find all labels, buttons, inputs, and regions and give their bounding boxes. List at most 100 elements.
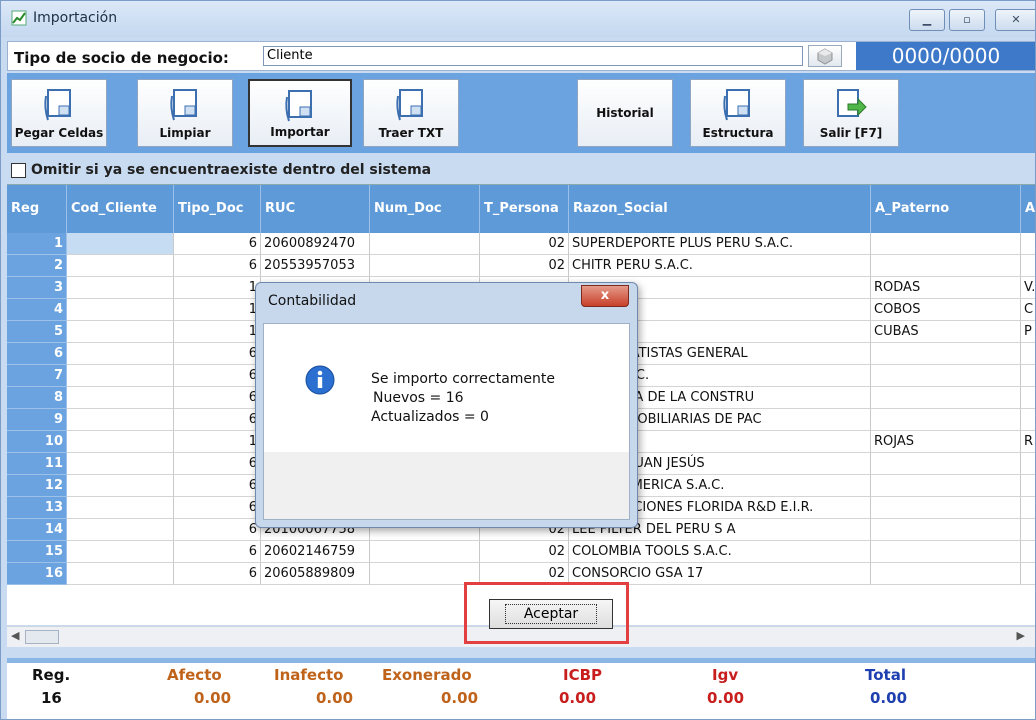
lookup-button[interactable] xyxy=(808,45,842,67)
cell-reg[interactable]: 13 xyxy=(7,497,67,519)
cell-ruc[interactable]: 20605889809 xyxy=(261,563,370,585)
close-icon[interactable]: ✕ xyxy=(995,9,1035,31)
cell-reg[interactable]: 11 xyxy=(7,453,67,475)
cell-a-paterno[interactable] xyxy=(871,255,1021,277)
cell-cod-cliente[interactable] xyxy=(67,519,174,541)
scroll-left-icon[interactable]: ◀ xyxy=(11,629,19,642)
col-razon-social[interactable]: Razon_Social xyxy=(569,185,871,233)
minimize-icon[interactable]: ▁ xyxy=(909,9,945,31)
cell-reg[interactable]: 2 xyxy=(7,255,67,277)
col-ruc[interactable]: RUC xyxy=(261,185,370,233)
cell-reg[interactable]: 9 xyxy=(7,409,67,431)
cell-a[interactable] xyxy=(1021,563,1035,585)
cell-a[interactable] xyxy=(1021,519,1035,541)
traer-txt-button[interactable]: Traer TXT xyxy=(363,79,459,147)
cell-a-paterno[interactable] xyxy=(871,409,1021,431)
cell-a[interactable] xyxy=(1021,541,1035,563)
cell-t-persona[interactable]: 02 xyxy=(480,541,569,563)
cell-tipo-doc[interactable]: 1 xyxy=(174,299,261,321)
cell-a-paterno[interactable]: CUBAS xyxy=(871,321,1021,343)
cell-tipo-doc[interactable]: 6 xyxy=(174,343,261,365)
cell-cod-cliente[interactable] xyxy=(67,497,174,519)
cell-a-paterno[interactable] xyxy=(871,541,1021,563)
cell-reg[interactable]: 7 xyxy=(7,365,67,387)
cell-ruc[interactable]: 20553957053 xyxy=(261,255,370,277)
cell-reg[interactable]: 1 xyxy=(7,233,67,255)
cell-razon-social[interactable]: SUPERDEPORTE PLUS PERU S.A.C. xyxy=(569,233,871,255)
cell-reg[interactable]: 12 xyxy=(7,475,67,497)
cell-num-doc[interactable] xyxy=(370,233,480,255)
cell-a[interactable] xyxy=(1021,409,1035,431)
cell-cod-cliente[interactable] xyxy=(67,233,174,255)
cell-tipo-doc[interactable]: 6 xyxy=(174,387,261,409)
cell-a[interactable] xyxy=(1021,255,1035,277)
estructura-button[interactable]: Estructura xyxy=(690,79,786,147)
cell-tipo-doc[interactable]: 1 xyxy=(174,277,261,299)
cell-a[interactable]: P xyxy=(1021,321,1035,343)
cell-t-persona[interactable]: 02 xyxy=(480,233,569,255)
cell-tipo-doc[interactable]: 6 xyxy=(174,409,261,431)
col-num-doc[interactable]: Num_Doc xyxy=(370,185,480,233)
cell-a-paterno[interactable]: ROJAS xyxy=(871,431,1021,453)
cell-a[interactable] xyxy=(1021,497,1035,519)
cell-cod-cliente[interactable] xyxy=(67,431,174,453)
cell-tipo-doc[interactable]: 6 xyxy=(174,475,261,497)
cell-a[interactable] xyxy=(1021,233,1035,255)
cell-tipo-doc[interactable]: 6 xyxy=(174,519,261,541)
cell-tipo-doc[interactable]: 6 xyxy=(174,233,261,255)
cell-reg[interactable]: 4 xyxy=(7,299,67,321)
cell-tipo-doc[interactable]: 6 xyxy=(174,497,261,519)
cell-a-paterno[interactable] xyxy=(871,475,1021,497)
cell-ruc[interactable]: 20600892470 xyxy=(261,233,370,255)
cell-cod-cliente[interactable] xyxy=(67,541,174,563)
scroll-thumb[interactable] xyxy=(25,630,59,644)
cell-razon-social[interactable]: COLOMBIA TOOLS S.A.C. xyxy=(569,541,871,563)
cell-tipo-doc[interactable]: 6 xyxy=(174,541,261,563)
maximize-icon[interactable]: ▫ xyxy=(949,9,985,31)
cell-cod-cliente[interactable] xyxy=(67,321,174,343)
cell-cod-cliente[interactable] xyxy=(67,299,174,321)
table-row[interactable]: 2 6 20553957053 02 CHITR PERU S.A.C. xyxy=(7,255,1035,277)
cell-razon-social[interactable]: CHITR PERU S.A.C. xyxy=(569,255,871,277)
cell-tipo-doc[interactable]: 6 xyxy=(174,255,261,277)
cell-a[interactable] xyxy=(1021,453,1035,475)
tipo-socio-field[interactable]: Cliente xyxy=(263,46,803,66)
cell-num-doc[interactable] xyxy=(370,255,480,277)
cell-num-doc[interactable] xyxy=(370,541,480,563)
cell-reg[interactable]: 16 xyxy=(7,563,67,585)
omit-checkbox[interactable] xyxy=(11,163,26,178)
cell-tipo-doc[interactable]: 6 xyxy=(174,365,261,387)
cell-cod-cliente[interactable] xyxy=(67,343,174,365)
col-a[interactable]: A xyxy=(1021,185,1035,233)
cell-tipo-doc[interactable]: 1 xyxy=(174,321,261,343)
cell-a-paterno[interactable] xyxy=(871,563,1021,585)
cell-a-paterno[interactable] xyxy=(871,233,1021,255)
col-tipo-doc[interactable]: Tipo_Doc xyxy=(174,185,261,233)
col-cod-cliente[interactable]: Cod_Cliente xyxy=(67,185,174,233)
cell-a-paterno[interactable] xyxy=(871,343,1021,365)
aceptar-button[interactable]: Aceptar xyxy=(489,599,613,629)
cell-tipo-doc[interactable]: 6 xyxy=(174,563,261,585)
cell-cod-cliente[interactable] xyxy=(67,387,174,409)
cell-ruc[interactable]: 20602146759 xyxy=(261,541,370,563)
cell-a[interactable] xyxy=(1021,343,1035,365)
table-row[interactable]: 15 6 20602146759 02 COLOMBIA TOOLS S.A.C. xyxy=(7,541,1035,563)
importar-button[interactable]: Importar xyxy=(248,79,352,147)
cell-a[interactable] xyxy=(1021,387,1035,409)
cell-reg[interactable]: 8 xyxy=(7,387,67,409)
historial-button[interactable]: Historial xyxy=(577,79,673,147)
cell-reg[interactable]: 5 xyxy=(7,321,67,343)
cell-cod-cliente[interactable] xyxy=(67,475,174,497)
cell-cod-cliente[interactable] xyxy=(67,277,174,299)
cell-reg[interactable]: 14 xyxy=(7,519,67,541)
cell-cod-cliente[interactable] xyxy=(67,563,174,585)
cell-reg[interactable]: 10 xyxy=(7,431,67,453)
cell-a[interactable] xyxy=(1021,365,1035,387)
cell-cod-cliente[interactable] xyxy=(67,409,174,431)
col-t-persona[interactable]: T_Persona xyxy=(480,185,569,233)
cell-a-paterno[interactable]: RODAS xyxy=(871,277,1021,299)
cell-tipo-doc[interactable]: 1 xyxy=(174,431,261,453)
cell-tipo-doc[interactable]: 6 xyxy=(174,453,261,475)
cell-t-persona[interactable]: 02 xyxy=(480,255,569,277)
cell-a-paterno[interactable] xyxy=(871,497,1021,519)
